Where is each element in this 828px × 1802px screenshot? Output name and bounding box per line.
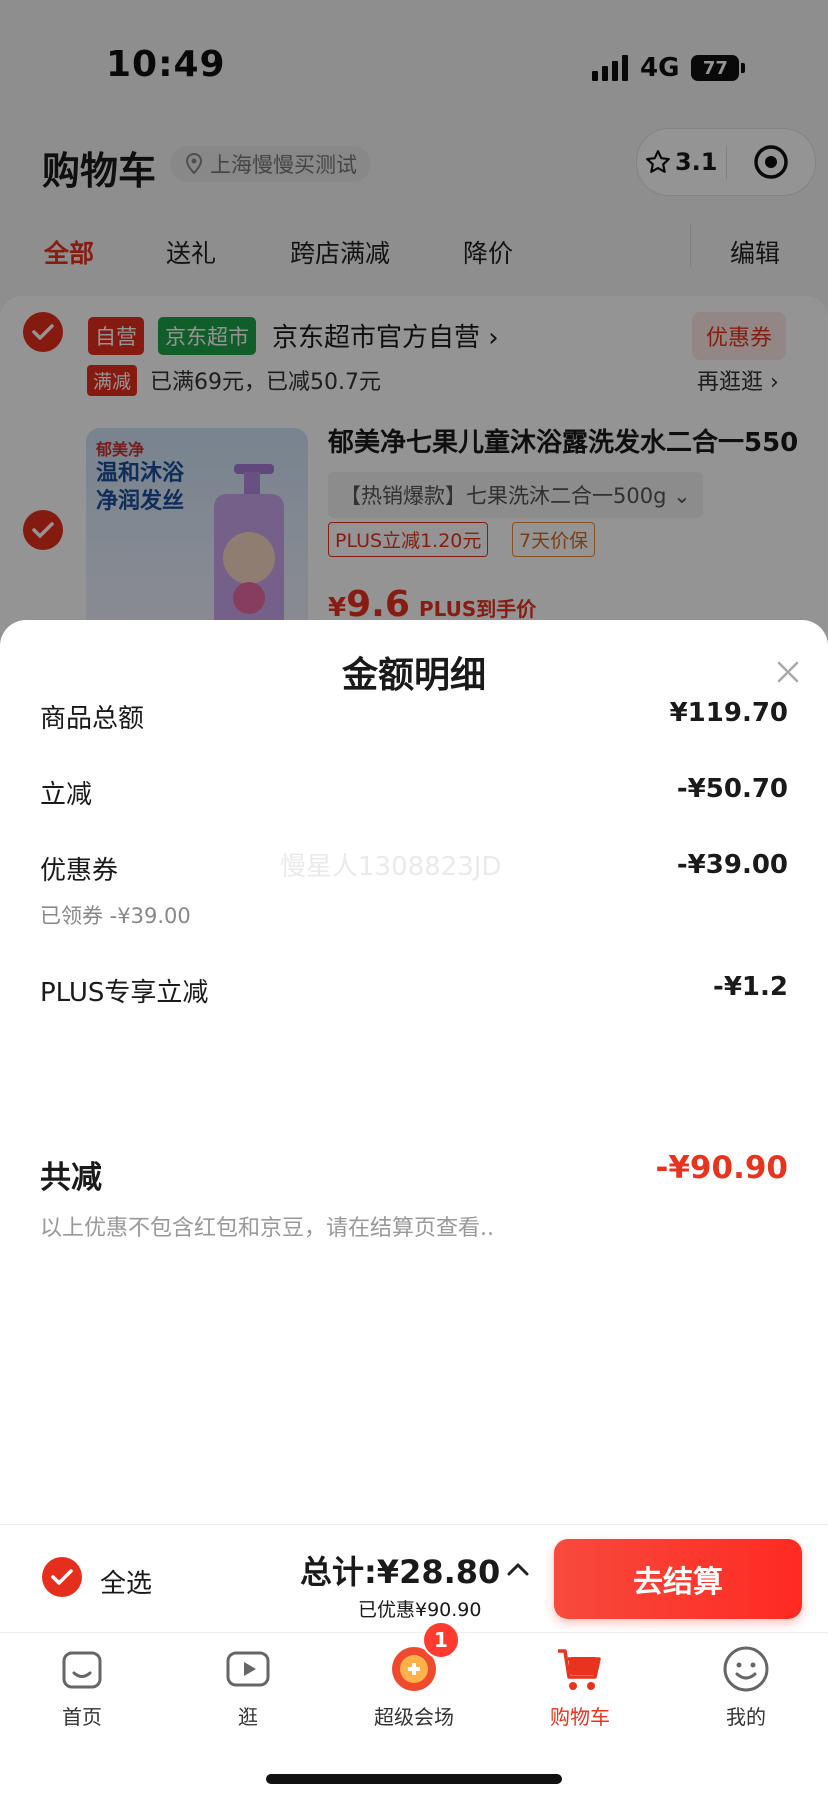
cart-icon [554, 1643, 606, 1695]
notification-badge: 1 [422, 1621, 460, 1659]
tabbar-me-label: 我的 [726, 1705, 766, 1729]
row-instant-discount-label: 立减 [40, 780, 93, 810]
tabbar-home[interactable]: 首页 [22, 1643, 142, 1730]
checkmark-icon [51, 1569, 73, 1585]
row-plus-value: -¥1.2 [713, 972, 788, 1002]
checkout-button[interactable]: 去结算 [554, 1539, 802, 1619]
play-video-icon [222, 1643, 274, 1695]
tabbar-home-label: 首页 [62, 1705, 102, 1729]
close-button[interactable] [776, 656, 800, 690]
row-coupon-label: 优惠券 [40, 856, 119, 886]
home-icon [56, 1643, 108, 1695]
detail-toggle[interactable] [506, 1561, 530, 1581]
row-instant-discount-value: -¥50.70 [676, 774, 788, 804]
tabbar-cart[interactable]: 购物车 [520, 1643, 640, 1730]
row-subtotal-label: 商品总额 [40, 704, 145, 734]
row-plus-label: PLUS专享立减 [40, 978, 209, 1008]
smiley-icon [720, 1643, 772, 1695]
tabbar-browse[interactable]: 逛 [188, 1643, 308, 1730]
watermark: 慢星人1308823JD [280, 852, 502, 882]
tabbar-super-venue[interactable]: 1 超级会场 [354, 1621, 474, 1730]
tabbar-super-venue-label: 超级会场 [374, 1705, 454, 1729]
saved-amount[interactable]: 已优惠¥90.90 [358, 1595, 481, 1622]
total-discount-value: -¥90.90 [655, 1150, 789, 1186]
checkout-bar: 全选 总计:¥28.80 已优惠¥90.90 去结算 [0, 1524, 828, 1633]
close-icon [777, 661, 799, 683]
home-indicator [266, 1774, 562, 1784]
row-coupon-detail: 已领券 -¥39.00 [40, 904, 191, 928]
chevron-up-icon [507, 1563, 529, 1576]
total-discount-label: 共减 [40, 1160, 102, 1196]
total-amount: 总计:¥28.80 [300, 1553, 501, 1591]
select-all-label[interactable]: 全选 [100, 1563, 152, 1600]
tabbar-browse-label: 逛 [238, 1705, 258, 1729]
row-coupon-value: -¥39.00 [676, 850, 788, 880]
super-venue-icon: 1 [388, 1621, 460, 1695]
disclaimer-text: 以上优惠不包含红包和京豆，请在结算页查看.. [40, 1216, 494, 1241]
row-subtotal-value: ¥119.70 [669, 698, 788, 728]
sheet-title: 金额明细 [341, 655, 486, 696]
select-all-checkbox[interactable] [42, 1557, 82, 1597]
tabbar-me[interactable]: 我的 [686, 1643, 806, 1730]
tabbar-cart-label: 购物车 [550, 1705, 610, 1729]
